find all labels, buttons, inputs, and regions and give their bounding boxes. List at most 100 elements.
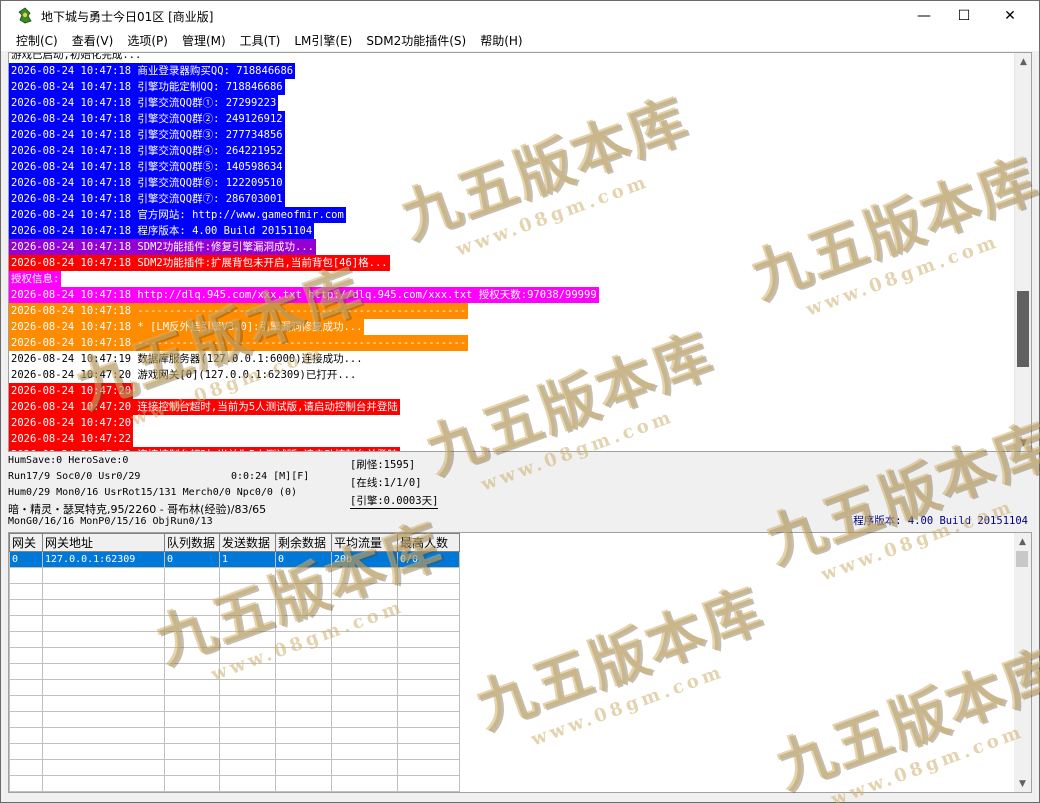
empty-table-row[interactable] [9, 631, 460, 648]
empty-cell [275, 759, 332, 776]
log-line: 2026-08-24 10:47:18 引擎交流QQ群⑦: 286703001 [9, 191, 1015, 207]
empty-table-row[interactable] [9, 583, 460, 600]
refresh-monster-count: [刷怪:1595] [350, 459, 416, 471]
empty-cell [9, 583, 43, 600]
empty-cell [42, 583, 165, 600]
cell-gateway-address: 127.0.0.1:62309 [42, 551, 165, 568]
empty-cell [42, 663, 165, 680]
close-button[interactable]: ✕ [987, 1, 1033, 31]
log-line: 授权信息: [9, 271, 1015, 287]
log-line-text: 2026-08-24 10:47:18 引擎交流QQ群⑦: 286703001 [9, 191, 285, 207]
empty-cell [331, 647, 398, 664]
empty-cell [164, 695, 220, 712]
empty-table-row[interactable] [9, 711, 460, 728]
log-line: 2026-08-24 10:47:18 --------------------… [9, 335, 1015, 351]
log-line: 2026-08-24 10:47:18 --------------------… [9, 303, 1015, 319]
empty-cell [331, 711, 398, 728]
col-gateway-address[interactable]: 网关地址 [42, 533, 165, 552]
empty-cell [275, 567, 332, 584]
empty-table-row[interactable] [9, 567, 460, 584]
empty-cell [219, 567, 276, 584]
empty-cell [9, 759, 43, 776]
empty-table-row[interactable] [9, 775, 460, 792]
log-line-text: 2026-08-24 10:47:18 http://dlq.945.com/x… [9, 287, 599, 303]
empty-table-row[interactable] [9, 759, 460, 776]
empty-cell [9, 647, 43, 664]
log-line-text: 2026-08-24 10:47:18 SDM2功能插件:修复引擎漏洞成功... [9, 239, 317, 255]
empty-table-row[interactable] [9, 743, 460, 760]
empty-cell [219, 695, 276, 712]
cell-avg-traffic: 20b [331, 551, 398, 568]
empty-cell [275, 679, 332, 696]
menu-sdm2-plugin[interactable]: SDM2功能插件(S) [359, 31, 473, 51]
scroll-down-icon[interactable]: ▼ [1015, 434, 1031, 451]
menu-lm-engine[interactable]: LM引擎(E) [287, 31, 359, 51]
log-line: 2026-08-24 10:47:18 引擎功能定制QQ: 718846686 [9, 79, 1015, 95]
gateway-grid[interactable]: 网关 网关地址 队列数据 发送数据 剩余数据 平均流量 最高人数 0 127.0… [8, 532, 1032, 793]
empty-table-row[interactable] [9, 695, 460, 712]
empty-table-row[interactable] [9, 599, 460, 616]
empty-table-row[interactable] [9, 663, 460, 680]
log-line-text: 2026-08-24 10:47:18 --------------------… [9, 303, 469, 319]
col-max-users[interactable]: 最高人数 [397, 533, 460, 552]
empty-cell [219, 727, 276, 744]
log-line-text: 2026-08-24 10:47:18 官方网站: http://www.gam… [9, 207, 346, 223]
col-remaining-data[interactable]: 剩余数据 [275, 533, 332, 552]
empty-cell [219, 599, 276, 616]
empty-cell [164, 647, 220, 664]
empty-cell [275, 583, 332, 600]
cell-send-data: 1 [219, 551, 276, 568]
empty-cell [9, 727, 43, 744]
run-status: Run17/9 Soc0/0 Usr0/29 [8, 471, 141, 482]
empty-cell [275, 711, 332, 728]
empty-cell [219, 647, 276, 664]
empty-cell [275, 695, 332, 712]
empty-table-row[interactable] [9, 615, 460, 632]
col-send-data[interactable]: 发送数据 [219, 533, 276, 552]
empty-cell [275, 727, 332, 744]
empty-cell [275, 615, 332, 632]
empty-cell [397, 663, 460, 680]
empty-table-row[interactable] [9, 727, 460, 744]
col-gateway[interactable]: 网关 [9, 533, 43, 552]
empty-cell [219, 759, 276, 776]
empty-cell [9, 679, 43, 696]
close-icon: ✕ [1004, 8, 1016, 24]
menu-help[interactable]: 帮助(H) [473, 31, 529, 51]
menu-options[interactable]: 选项(P) [120, 31, 175, 51]
log-panel[interactable]: 游戏已启动,初始化完成... 2026-08-24 10:47:18 商业登录器购… [8, 52, 1032, 452]
scroll-up-icon[interactable]: ▲ [1015, 53, 1031, 70]
empty-cell [275, 631, 332, 648]
log-line: 2026-08-24 10:47:18 引擎交流QQ群①: 27299223 [9, 95, 1015, 111]
run-timer: 0:0:24 [M][F] [231, 471, 310, 482]
log-line-text: 2026-08-24 10:47:22 连接控制台超时,当前为5人测试版,请启动… [9, 447, 400, 451]
grid-scrollbar[interactable]: ▲ ▼ [1014, 533, 1031, 792]
menu-manage[interactable]: 管理(M) [175, 31, 233, 51]
grid-scroll-down-icon[interactable]: ▼ [1014, 775, 1031, 792]
empty-cell [164, 599, 220, 616]
menu-tools[interactable]: 工具(T) [233, 31, 288, 51]
log-line-text: 2026-08-24 10:47:20 连接控制台超时,当前为5人测试版,请启动… [9, 399, 400, 415]
table-row[interactable]: 0 127.0.0.1:62309 0 1 0 20b 0/0 [9, 551, 460, 568]
log-line: 2026-08-24 10:47:20 [9, 415, 1015, 431]
empty-cell [397, 583, 460, 600]
menu-control[interactable]: 控制(C) [9, 31, 65, 51]
empty-cell [331, 615, 398, 632]
log-scrollbar[interactable]: ▲ ▼ [1014, 53, 1031, 451]
col-queue-data[interactable]: 队列数据 [164, 533, 220, 552]
empty-cell [42, 631, 165, 648]
empty-table-row[interactable] [9, 679, 460, 696]
empty-cell [331, 599, 398, 616]
col-avg-traffic[interactable]: 平均流量 [331, 533, 398, 552]
menu-view[interactable]: 查看(V) [65, 31, 121, 51]
log-line: 2026-08-24 10:47:18 商业登录器购买QQ: 718846686 [9, 63, 1015, 79]
grid-scroll-thumb[interactable] [1016, 551, 1028, 567]
grid-scroll-up-icon[interactable]: ▲ [1014, 533, 1031, 550]
empty-table-row[interactable] [9, 647, 460, 664]
empty-cell [275, 647, 332, 664]
empty-cell [9, 711, 43, 728]
maximize-button[interactable]: ☐ [941, 1, 987, 31]
empty-cell [275, 743, 332, 760]
empty-cell [42, 759, 165, 776]
scroll-thumb[interactable] [1017, 291, 1029, 367]
